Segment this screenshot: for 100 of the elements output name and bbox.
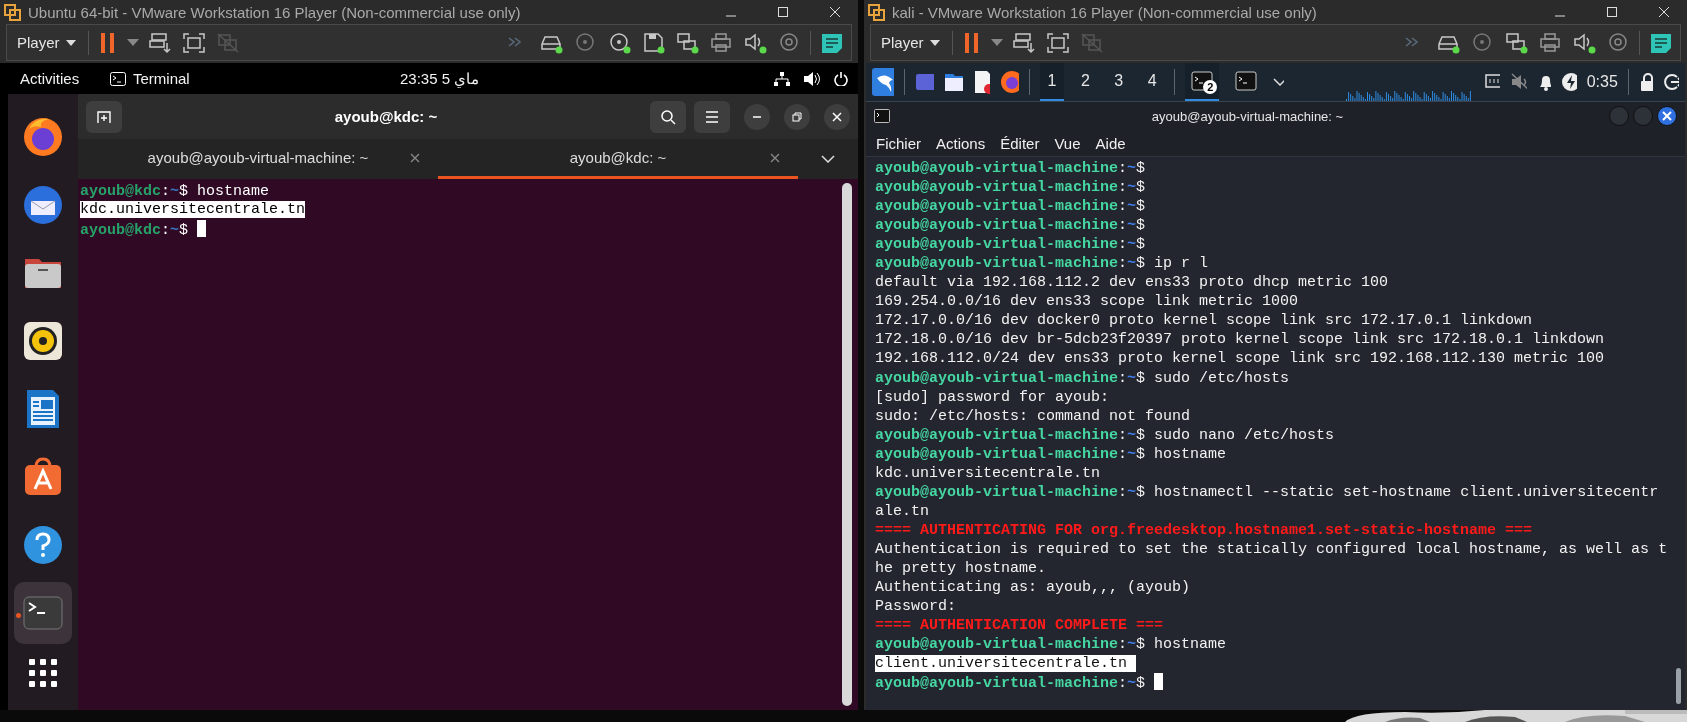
close-icon[interactable] <box>410 153 420 163</box>
chevron-down-icon[interactable] <box>821 155 835 163</box>
caret-icon <box>929 39 940 46</box>
new-tab-button[interactable] <box>86 100 122 133</box>
stack-arrow-icon[interactable] <box>146 30 173 55</box>
prompt-line: ayoub@ayoub-virtual-machine:~$ sudo /etc/hosts <box>875 369 1290 387</box>
prompt-line: ayoub@ayoub-virtual-machine:~$ <box>875 179 1146 197</box>
vm-logo-icon <box>4 3 22 21</box>
logout-icon[interactable] <box>1663 72 1679 92</box>
workspace-button[interactable]: 2 <box>1073 63 1098 101</box>
window-title: Ubuntu 64-bit - VMware Workstation 16 Player (Non-commercial use only) <box>28 3 522 21</box>
output-line: 172.18.0.0/16 dev br-5dcb23f20397 proto kernel scope link src 172.18.0.1 linkdown <box>875 331 1605 349</box>
output-line: default via 192.168.112.2 dev ens33 proto dhcp metric 100 <box>875 274 1389 292</box>
bolt-icon[interactable] <box>1561 72 1577 92</box>
window-title: ayoub@kdc: ~ <box>334 108 438 125</box>
output-line: sudo: /etc/hosts: command not found <box>875 407 1191 425</box>
vm-logo-icon <box>868 3 886 21</box>
network-icon[interactable] <box>674 30 700 55</box>
app-menu[interactable]: Terminal <box>133 70 190 87</box>
taskbar-button[interactable]: 2 <box>1185 63 1220 101</box>
menu-item[interactable]: Éditer <box>1000 134 1040 152</box>
menu-item[interactable]: Actions <box>936 134 986 152</box>
text-editor-icon[interactable] <box>972 70 990 94</box>
output-line: 169.254.0.0/16 dev ens33 scope link metric 1000 <box>875 293 1299 311</box>
output-line: [sudo] password for ayoub: <box>875 388 1110 406</box>
prompt-line: ayoub@ayoub-virtual-machine:~$ <box>875 160 1146 177</box>
app-grid-icon[interactable] <box>28 658 58 688</box>
alert-line: ==== AUTHENTICATING FOR org.freedesktop.hostname1.set-static-hostname === <box>875 521 1533 539</box>
close-button[interactable] <box>824 103 850 130</box>
prompt-line: ayoub@kdc:~$ hostname <box>80 183 270 200</box>
window-title: ayoub@ayoub-virtual-machine: ~ <box>1151 108 1344 124</box>
restore-icon <box>792 111 802 122</box>
prompt-line: ayoub@ayoub-virtual-machine:~$ <box>875 236 1146 254</box>
muted-speaker-icon[interactable] <box>1509 72 1528 92</box>
window-title: kali - VMware Workstation 16 Player (Non-commercial use only) <box>892 3 1318 21</box>
mail-bird-icon[interactable] <box>21 183 65 227</box>
fox-globe-icon[interactable] <box>1000 70 1019 94</box>
clock[interactable]: 0:35 <box>1586 73 1618 91</box>
close-icon[interactable] <box>770 153 780 163</box>
prompt-line: ayoub@ayoub-virtual-machine:~$ <box>875 217 1146 235</box>
network-icon[interactable] <box>1503 30 1529 55</box>
workspace-button[interactable]: 1 <box>1040 63 1064 101</box>
output-line: Authenticating as: ayoub,,, (ayoub) <box>875 579 1191 597</box>
fullscreen-icon[interactable] <box>180 30 207 55</box>
menu-icon <box>704 109 720 124</box>
activities-button[interactable]: Activities <box>8 70 110 87</box>
close-icon <box>832 111 842 122</box>
lock-icon[interactable] <box>1639 72 1654 92</box>
dragon-logo-icon[interactable] <box>872 68 894 96</box>
minimize-icon <box>753 115 761 118</box>
stack-arrow-icon[interactable] <box>1010 30 1037 55</box>
clock[interactable]: 23:35 5 ماي <box>400 69 480 87</box>
close-button[interactable] <box>1657 106 1677 126</box>
output-line: kdc.universitecentrale.tn <box>875 464 1101 482</box>
printer-icon[interactable] <box>708 30 734 55</box>
caret-icon[interactable] <box>990 38 1003 47</box>
player-menu[interactable]: Player <box>877 30 944 55</box>
prompt-line: ayoub@ayoub-virtual-machine:~$ ip r l <box>875 255 1209 273</box>
search-icon <box>660 108 676 125</box>
power-icon[interactable] <box>834 71 848 86</box>
prompt-line: ayoub@kdc:~$ <box>80 221 189 239</box>
desktop-icon[interactable] <box>915 72 935 92</box>
caret-icon <box>65 39 76 46</box>
volume-icon[interactable] <box>804 71 820 86</box>
menu-button[interactable] <box>694 100 730 133</box>
search-button[interactable] <box>650 100 686 133</box>
fox-globe-icon[interactable] <box>21 115 65 159</box>
printer-icon[interactable] <box>1537 30 1563 55</box>
minimize-button[interactable] <box>744 103 770 130</box>
workspace-button[interactable]: 3 <box>1107 63 1131 101</box>
terminal-icon <box>874 109 890 123</box>
scrollbar[interactable] <box>842 183 852 706</box>
output-line: Password: <box>875 598 956 616</box>
menu-item[interactable]: Fichier <box>876 134 921 152</box>
workspace-button[interactable]: 4 <box>1140 63 1164 101</box>
prompt-line: ayoub@ayoub-virtual-machine:~$ hostname <box>875 636 1227 654</box>
menu-item[interactable]: Aide <box>1095 134 1126 152</box>
running-dot <box>16 613 21 618</box>
fullscreen-icon[interactable] <box>1044 30 1071 55</box>
prompt-line: ayoub@ayoub-virtual-machine:~$ <box>875 675 1146 693</box>
network-icon[interactable] <box>1484 73 1500 91</box>
restore-button[interactable] <box>784 103 810 130</box>
player-menu[interactable]: Player <box>13 30 80 55</box>
help-icon[interactable] <box>21 523 65 567</box>
menu-item[interactable]: Vue <box>1054 134 1081 152</box>
output-line: 172.17.0.0/16 dev docker0 proto kernel scope link src 172.17.0.1 linkdown <box>875 312 1533 330</box>
prompt-line: ayoub@ayoub-virtual-machine:~$ sudo nano /etc/hosts <box>875 426 1335 444</box>
plus-icon <box>96 108 112 125</box>
network-icon[interactable] <box>774 71 790 86</box>
prompt-line: ayoub@ayoub-virtual-machine:~$ hostname <box>875 445 1227 463</box>
scrollbar[interactable] <box>1676 668 1681 704</box>
caret-icon[interactable] <box>126 38 139 47</box>
chevron-down-icon[interactable] <box>1273 78 1285 86</box>
output-line: Authentication is required to set the statically configured local hostname, as well as the pretty hostname. <box>875 540 1668 577</box>
folder-icon[interactable] <box>944 71 963 93</box>
alert-line: ==== AUTHENTICATION COMPLETE === <box>875 617 1164 635</box>
maximize-icon[interactable] <box>1607 7 1617 17</box>
terminal-tab[interactable]: ayoub@ayoub-virtual-machine: ~ <box>78 139 438 179</box>
terminal-icon <box>1235 71 1258 91</box>
maximize-icon[interactable] <box>778 7 788 17</box>
